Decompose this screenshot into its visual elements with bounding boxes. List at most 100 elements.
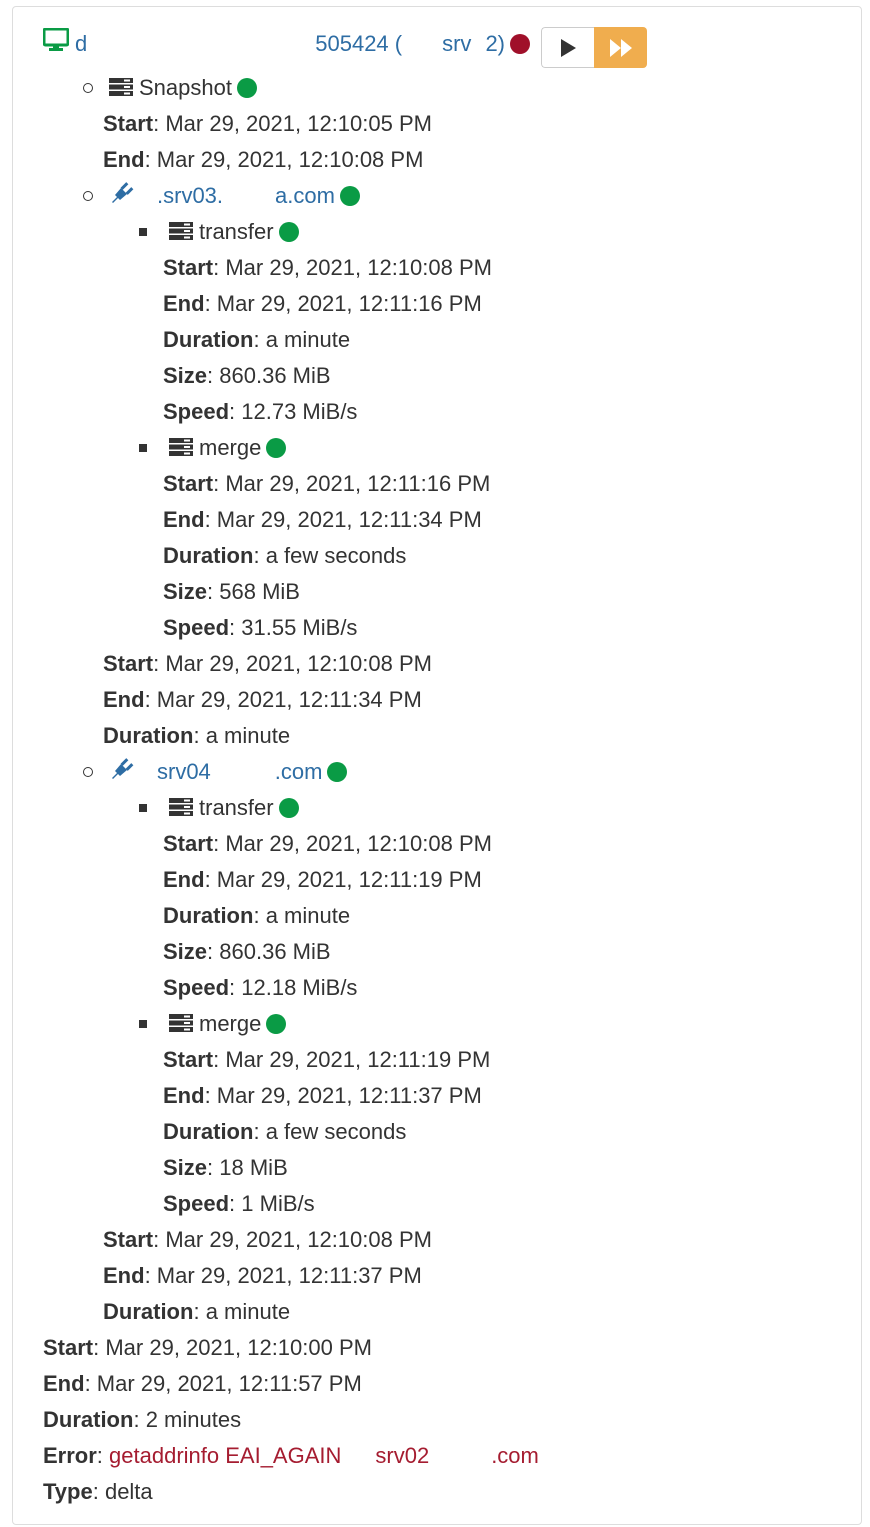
task-name: merge bbox=[199, 435, 262, 460]
action-button-group bbox=[541, 27, 647, 68]
task-item: merge bbox=[139, 430, 287, 467]
task-item: transfer bbox=[139, 214, 299, 251]
status-success-dot bbox=[327, 762, 348, 782]
duration-field: Duration: a few seconds bbox=[163, 1119, 407, 1144]
plug-icon bbox=[109, 179, 135, 215]
fast-forward-button[interactable] bbox=[594, 27, 647, 68]
end-field-label: End bbox=[103, 687, 145, 712]
duration-field-label: Duration bbox=[163, 327, 254, 352]
start-field: Start: Mar 29, 2021, 12:11:16 PM bbox=[163, 471, 491, 496]
start-field-label: Start bbox=[103, 1227, 154, 1252]
task-name: transfer bbox=[199, 795, 274, 820]
duration-field-label: Duration bbox=[163, 543, 254, 568]
job-header: d 505424 (srv 2) bbox=[42, 26, 530, 62]
end-field: End: Mar 29, 2021, 12:11:34 PM bbox=[103, 687, 422, 712]
bullet-icon bbox=[83, 83, 93, 93]
square-bullet-icon bbox=[139, 444, 147, 452]
start-field-label: Start bbox=[163, 831, 214, 856]
status-success-dot bbox=[266, 1014, 287, 1034]
duration-field-label: Duration bbox=[103, 1299, 194, 1324]
end-field-label: End bbox=[103, 1263, 145, 1288]
error-label: Error bbox=[43, 1443, 97, 1468]
task-item: merge bbox=[139, 1006, 287, 1042]
status-success-dot bbox=[236, 78, 257, 98]
size-field-value: 568 MiB bbox=[219, 579, 300, 604]
end-field-value: Mar 29, 2021, 12:11:19 PM bbox=[216, 867, 482, 892]
size-field: Size: 860.36 MiB bbox=[163, 363, 331, 388]
host-item: srv04 .com bbox=[83, 754, 348, 790]
host-link[interactable]: d 505424 (srv 2) bbox=[75, 31, 505, 56]
size-field-label: Size bbox=[163, 939, 208, 964]
start-field-value: Mar 29, 2021, 12:10:00 PM bbox=[105, 1335, 372, 1360]
duration-field: Duration: a minute bbox=[163, 327, 351, 352]
host-link[interactable]: .srv03. a.com bbox=[141, 183, 335, 208]
size-field-label: Size bbox=[163, 363, 208, 388]
start-field: Start: Mar 29, 2021, 12:10:08 PM bbox=[103, 651, 432, 676]
error-field: Error: getaddrinfo EAI_AGAIN srv02 .com bbox=[43, 1443, 539, 1468]
speed-field: Speed: 31.55 MiB/s bbox=[163, 615, 358, 640]
play-icon bbox=[561, 38, 576, 57]
duration-field: Duration: 2 minutes bbox=[43, 1407, 242, 1432]
end-field-value: Mar 29, 2021, 12:11:57 PM bbox=[96, 1371, 362, 1396]
duration-field: Duration: a few seconds bbox=[163, 543, 407, 568]
server-icon bbox=[169, 215, 193, 251]
start-field: Start: Mar 29, 2021, 12:10:08 PM bbox=[163, 831, 492, 856]
type-field-label: Type bbox=[43, 1479, 93, 1504]
start-field-label: Start bbox=[43, 1335, 94, 1360]
start-field-label: Start bbox=[163, 255, 214, 280]
speed-field-label: Speed bbox=[163, 399, 230, 424]
duration-field: Duration: a minute bbox=[103, 1299, 291, 1324]
end-field: End: Mar 29, 2021, 12:11:37 PM bbox=[103, 1263, 422, 1288]
start-field: Start: Mar 29, 2021, 12:10:05 PM bbox=[103, 111, 432, 136]
speed-field-value: 12.73 MiB/s bbox=[241, 399, 358, 424]
speed-field-label: Speed bbox=[163, 975, 230, 1000]
end-field-value: Mar 29, 2021, 12:10:08 PM bbox=[156, 147, 424, 172]
type-field-value: delta bbox=[104, 1479, 153, 1504]
duration-field-value: 2 minutes bbox=[145, 1407, 242, 1432]
speed-field-value: 12.18 MiB/s bbox=[241, 975, 358, 1000]
speed-field: Speed: 12.18 MiB/s bbox=[163, 975, 358, 1000]
end-field: End: Mar 29, 2021, 12:10:08 PM bbox=[103, 147, 424, 172]
duration-field-value: a few seconds bbox=[265, 543, 407, 568]
size-field-value: 860.36 MiB bbox=[219, 363, 331, 388]
end-field-label: End bbox=[163, 867, 205, 892]
speed-field-value: 1 MiB/s bbox=[241, 1191, 315, 1216]
status-error-dot bbox=[510, 34, 530, 54]
duration-field-value: a minute bbox=[205, 723, 291, 748]
duration-field-value: a few seconds bbox=[265, 1119, 407, 1144]
speed-field-value: 31.55 MiB/s bbox=[241, 615, 358, 640]
duration-field-value: a minute bbox=[205, 1299, 291, 1324]
start-field: Start: Mar 29, 2021, 12:10:08 PM bbox=[163, 255, 492, 280]
start-field-label: Start bbox=[163, 471, 214, 496]
fast-forward-icon bbox=[609, 38, 632, 57]
host-item: .srv03. a.com bbox=[83, 178, 360, 215]
speed-field: Speed: 12.73 MiB/s bbox=[163, 399, 358, 424]
start-field-value: Mar 29, 2021, 12:11:19 PM bbox=[225, 1047, 491, 1072]
start-field-label: Start bbox=[103, 111, 154, 136]
step-name: Snapshot bbox=[139, 75, 232, 100]
end-field-value: Mar 29, 2021, 12:11:16 PM bbox=[216, 291, 482, 316]
start-field-value: Mar 29, 2021, 12:11:16 PM bbox=[225, 471, 491, 496]
end-field-label: End bbox=[163, 1083, 205, 1108]
end-field-label: End bbox=[103, 147, 145, 172]
size-field: Size: 568 MiB bbox=[163, 579, 300, 604]
square-bullet-icon bbox=[139, 228, 147, 236]
bullet-icon bbox=[83, 767, 93, 777]
end-field-value: Mar 29, 2021, 12:11:34 PM bbox=[156, 687, 422, 712]
server-icon bbox=[169, 431, 193, 467]
end-field: End: Mar 29, 2021, 12:11:37 PM bbox=[163, 1083, 482, 1108]
host-link[interactable]: srv04 .com bbox=[141, 759, 322, 784]
duration-field-label: Duration bbox=[163, 903, 254, 928]
duration-field-label: Duration bbox=[103, 723, 194, 748]
end-field-label: End bbox=[43, 1371, 85, 1396]
status-success-dot bbox=[278, 798, 299, 818]
end-field: End: Mar 29, 2021, 12:11:57 PM bbox=[43, 1371, 362, 1396]
error-value: getaddrinfo EAI_AGAIN srv02 .com bbox=[109, 1443, 539, 1468]
duration-field-label: Duration bbox=[43, 1407, 134, 1432]
duration-field: Duration: a minute bbox=[163, 903, 351, 928]
start-field-label: Start bbox=[103, 651, 154, 676]
play-button[interactable] bbox=[541, 27, 594, 68]
end-field-value: Mar 29, 2021, 12:11:37 PM bbox=[216, 1083, 482, 1108]
start-field: Start: Mar 29, 2021, 12:10:08 PM bbox=[103, 1227, 432, 1252]
size-field-value: 18 MiB bbox=[219, 1155, 288, 1180]
